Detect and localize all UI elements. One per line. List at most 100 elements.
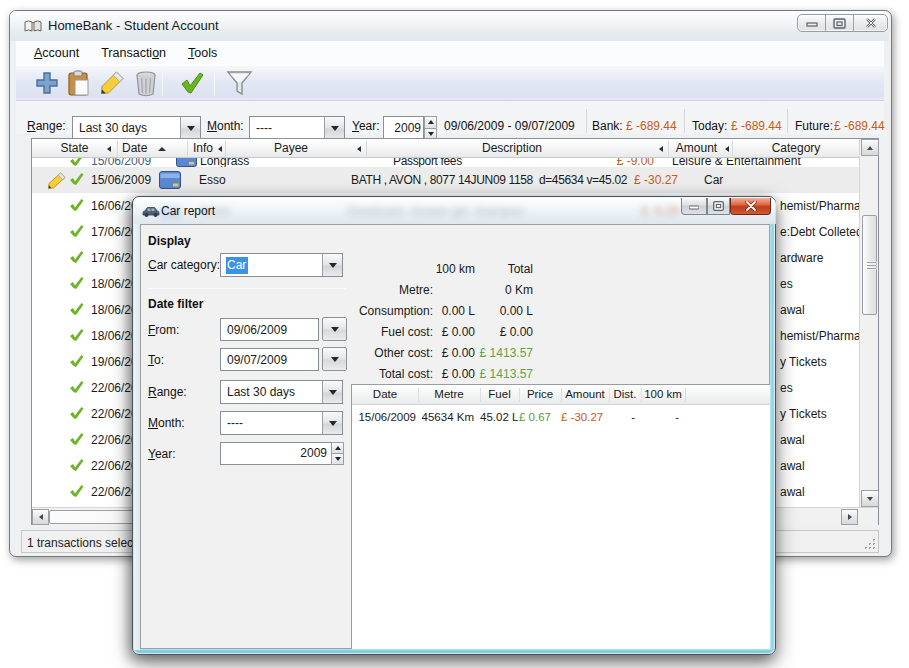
year-label: Year: bbox=[352, 114, 380, 138]
today-label: Today: bbox=[692, 114, 727, 138]
column-date[interactable]: Date bbox=[118, 139, 163, 158]
car-report-header: Date Metre Fuel Price Amount Dist. 100 k… bbox=[352, 385, 770, 405]
stat-value: £ 0.00 bbox=[500, 325, 533, 339]
dlg-month-label: Month: bbox=[148, 416, 185, 430]
maximize-button[interactable] bbox=[826, 15, 854, 31]
delete-button[interactable] bbox=[133, 70, 159, 97]
minimize-button[interactable] bbox=[798, 15, 826, 31]
to-date-input[interactable]: 09/07/2009 bbox=[220, 348, 319, 371]
stat-label: Metre: bbox=[399, 283, 433, 297]
stat-label: Fuel cost: bbox=[381, 325, 433, 339]
from-label: From: bbox=[148, 323, 179, 337]
col-price[interactable]: Price bbox=[519, 385, 561, 405]
dlg-month-select[interactable]: ---- bbox=[220, 411, 343, 435]
vertical-scroll-thumb[interactable] bbox=[862, 215, 877, 315]
close-button[interactable] bbox=[854, 15, 887, 31]
dialog-close-button[interactable] bbox=[730, 198, 771, 215]
column-state[interactable]: State bbox=[32, 139, 117, 158]
homebank-app-icon bbox=[24, 19, 42, 34]
reconciled-icon bbox=[69, 158, 84, 167]
to-label: To: bbox=[148, 353, 164, 367]
stat-value: £ 1413.57 bbox=[480, 346, 533, 360]
section-separator bbox=[148, 288, 346, 289]
menu-tools[interactable]: Tools bbox=[177, 43, 228, 63]
col-metre[interactable]: Metre bbox=[418, 385, 480, 405]
range-select[interactable]: Last 30 days bbox=[72, 116, 201, 140]
add-button[interactable] bbox=[35, 71, 59, 95]
filter-bar: Range: Last 30 days Month: ---- Year: 20… bbox=[16, 101, 884, 134]
paste-button[interactable] bbox=[65, 70, 92, 97]
main-titlebar[interactable]: HomeBank - Student Account bbox=[10, 11, 889, 41]
reconciled-icon bbox=[69, 250, 84, 264]
scroll-up-button[interactable] bbox=[861, 139, 879, 156]
dlg-year-spinner[interactable]: 2009 bbox=[220, 442, 344, 465]
validate-button[interactable] bbox=[180, 71, 204, 95]
year-spin-up[interactable] bbox=[424, 116, 437, 129]
stat-value: 0.00 L bbox=[500, 304, 533, 318]
col-100km[interactable]: 100 km bbox=[641, 385, 685, 405]
dlg-year-spin-up[interactable] bbox=[331, 442, 344, 454]
menu-account[interactable]: Account bbox=[23, 43, 90, 63]
range-select-arrow[interactable] bbox=[180, 117, 200, 139]
col-dist[interactable]: Dist. bbox=[609, 385, 641, 405]
resize-grip[interactable] bbox=[864, 538, 876, 550]
scroll-right-button[interactable] bbox=[841, 509, 858, 525]
filter-button[interactable] bbox=[226, 70, 253, 97]
from-date-dropdown[interactable] bbox=[322, 317, 347, 341]
col-amount[interactable]: Amount bbox=[561, 385, 609, 405]
dlg-month-arrow[interactable] bbox=[322, 412, 342, 434]
date-filter-heading: Date filter bbox=[148, 297, 203, 311]
year-spinner[interactable]: 2009 bbox=[383, 116, 437, 140]
month-select[interactable]: ---- bbox=[249, 116, 345, 140]
dlg-range-select[interactable]: Last 30 days bbox=[220, 380, 343, 404]
edit-button[interactable] bbox=[98, 70, 125, 97]
column-info[interactable]: Info bbox=[188, 139, 218, 158]
ghost-description: Deodorant, shower gel, shampoo bbox=[347, 204, 524, 218]
stat-value: 0 Km bbox=[505, 283, 533, 297]
car-category-arrow[interactable] bbox=[322, 254, 342, 276]
reconciled-icon bbox=[69, 484, 84, 498]
stats-col2-header: Total bbox=[508, 262, 533, 276]
column-description[interactable]: Description bbox=[367, 139, 657, 158]
month-select-arrow[interactable] bbox=[324, 117, 344, 139]
column-category[interactable]: Category bbox=[733, 139, 859, 158]
vertical-scrollbar[interactable] bbox=[859, 139, 878, 507]
dialog-minimize-button[interactable] bbox=[681, 198, 707, 215]
dialog-titlebar[interactable]: Boots Deodorant, shower gel, shampoo £ -… bbox=[134, 198, 776, 224]
dlg-range-arrow[interactable] bbox=[322, 381, 342, 403]
from-date-input[interactable]: 09/06/2009 bbox=[220, 318, 319, 341]
stats-col1-header: 100 km bbox=[436, 262, 475, 276]
reconciled-icon bbox=[69, 172, 84, 186]
dialog-maximize-button[interactable] bbox=[707, 198, 730, 215]
info-icon bbox=[176, 158, 197, 167]
reconciled-icon bbox=[69, 302, 84, 316]
column-amount[interactable]: Amount bbox=[669, 139, 724, 158]
future-value: £ -689.44 bbox=[834, 114, 885, 138]
stat-value: £ 0.00 bbox=[442, 325, 475, 339]
table-row-selected[interactable]: 15/06/2009 Esso BATH , AVON , 8077 14JUN… bbox=[32, 167, 859, 193]
desktop: HomeBank - Student Account Account Trans… bbox=[0, 0, 909, 668]
column-payee[interactable]: Payee bbox=[226, 139, 356, 158]
stat-value: £ 0.00 bbox=[442, 367, 475, 381]
scroll-down-button[interactable] bbox=[861, 490, 879, 507]
reconciled-icon bbox=[69, 458, 84, 472]
window-title: HomeBank - Student Account bbox=[48, 18, 219, 33]
stat-value: 0.00 L bbox=[442, 304, 475, 318]
reconciled-icon bbox=[69, 198, 84, 212]
edit-state-icon bbox=[46, 172, 66, 189]
to-date-dropdown[interactable] bbox=[322, 347, 347, 371]
car-category-select[interactable]: Car bbox=[220, 253, 343, 277]
col-date[interactable]: Date bbox=[352, 385, 418, 405]
menu-transaction[interactable]: Transaction bbox=[90, 43, 177, 63]
scroll-left-button[interactable] bbox=[32, 509, 49, 525]
dlg-year-spin-down[interactable] bbox=[331, 454, 344, 465]
car-category-label: Car category: bbox=[148, 258, 220, 272]
col-fuel[interactable]: Fuel bbox=[480, 385, 519, 405]
car-report-table: Date Metre Fuel Price Amount Dist. 100 k… bbox=[351, 384, 770, 649]
table-row-ghost[interactable]: 15/06/2009 Longrass Passport fees £ -9.0… bbox=[32, 158, 859, 167]
reconciled-icon bbox=[69, 224, 84, 238]
info-icon bbox=[159, 171, 181, 189]
reconciled-icon bbox=[69, 406, 84, 420]
car-report-icon bbox=[142, 206, 160, 218]
stat-value: £ 0.00 bbox=[442, 346, 475, 360]
